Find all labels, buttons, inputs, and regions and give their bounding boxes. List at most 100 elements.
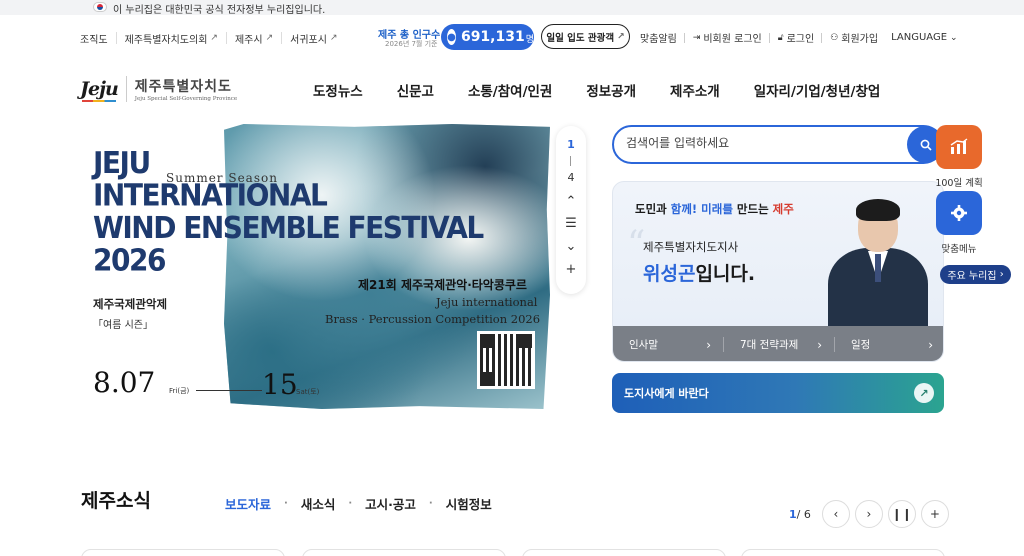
tab-separator: · — [428, 498, 433, 509]
petition-button[interactable]: 도지사에게 바란다 ↗ — [612, 373, 944, 413]
chevron-down-icon: ⌄ — [950, 32, 958, 43]
guest-login-link[interactable]: ⇥ 비회원 로그인 — [693, 30, 762, 46]
main-visual-banner[interactable]: JEJU INTERNATIONAL WIND ENSEMBLE FESTIVA… — [80, 124, 560, 419]
nav-item-communication[interactable]: 소통/참여/인권 — [468, 80, 552, 100]
people-icon: ● — [447, 29, 456, 45]
external-link-icon: ↗ — [265, 33, 274, 43]
governor-slogan: 도민과 함께! 미래를 만드는 제주 — [635, 202, 794, 216]
council-link[interactable]: 제주특별자치도의회 ↗ — [125, 32, 227, 46]
festival-season-ko: 「여름 시즌」 — [93, 320, 153, 331]
news-card[interactable] — [302, 549, 506, 556]
gear-icon — [936, 191, 982, 235]
news-tabs: 보도자료 · 새소식 · 고시·공고 · 시험정보 — [225, 494, 505, 513]
major-sites-button[interactable]: 주요 누리집 › — [940, 265, 1011, 284]
tab-press-release[interactable]: 보도자료 — [225, 494, 271, 513]
festival-start-day: Fri(금) — [169, 387, 190, 395]
festival-season-en: Summer Season — [166, 171, 278, 185]
tab-separator: · — [348, 498, 353, 509]
population-unit: 명 — [525, 35, 534, 45]
next-arrow-icon[interactable]: ⌄ — [556, 239, 586, 254]
chevron-left-icon: ‹ — [833, 507, 839, 521]
news-section-title: 제주소식 — [81, 490, 151, 512]
population-value: 691,131 — [460, 29, 525, 45]
main-navigation: 도정뉴스 신문고 소통/참여/인권 정보공개 제주소개 일자리/기업/청년/창업 — [313, 80, 914, 100]
news-card[interactable] — [81, 549, 285, 556]
chevron-right-icon: › — [866, 507, 872, 521]
strategy-link[interactable]: 7대 전략과제 › — [723, 337, 834, 352]
external-link-icon: ↗ — [210, 33, 218, 43]
divider — [683, 32, 685, 43]
tab-exams[interactable]: 시험정보 — [446, 494, 492, 513]
news-card[interactable] — [522, 549, 726, 556]
pager-current: 1 — [567, 138, 575, 151]
divider — [821, 32, 823, 43]
competition-title-ko: 제21회 제주국제관악·타악콩쿠르 — [358, 278, 527, 292]
quick-menu-100day[interactable]: 100일 계획 — [935, 125, 984, 189]
governor-portrait — [828, 196, 928, 338]
plus-icon: + — [929, 507, 940, 521]
logo-name-en: Jeju Special Self-Governing Province — [134, 96, 238, 102]
custom-alarm-link[interactable]: 맞춤알림 — [640, 30, 677, 45]
join-link[interactable]: ⚇ 회원가입 — [830, 30, 878, 46]
date-connector — [196, 390, 262, 391]
governor-links: 인사말 › 7대 전략과제 › 일정 › — [613, 326, 943, 361]
news-controls: 1/ 6 ‹ › ❙❙ + — [789, 500, 949, 528]
search-box — [612, 125, 944, 164]
logo-name-ko: 제주특별자치도 — [134, 79, 232, 95]
external-link-icon: ↗ — [617, 31, 625, 42]
governor-role: 제주특별자치도지사 — [643, 240, 739, 254]
tab-news[interactable]: 새소식 — [301, 494, 336, 513]
population-counter[interactable]: ● 691,131 명 — [441, 24, 534, 50]
festival-title: JEJU INTERNATIONAL WIND ENSEMBLE FESTIVA… — [93, 145, 484, 278]
competition-title-en-1: Jeju international — [436, 295, 538, 309]
seogwipo-link[interactable]: 서귀포시 ↗ — [290, 32, 345, 46]
gov-banner: 이 누리집은 대한민국 공식 전자정부 누리집입니다. — [0, 0, 1024, 16]
jeju-logo-mark: Jeju — [80, 78, 119, 102]
nav-item-petition[interactable]: 신문고 — [397, 80, 434, 100]
add-user-icon: ⚇ — [830, 32, 839, 43]
more-button[interactable]: + — [920, 500, 949, 528]
plus-icon[interactable]: + — [556, 262, 586, 277]
governor-card[interactable]: 도민과 함께! 미래를 만드는 제주 “ 제주특별자치도지사 위성곤입니다. 인… — [612, 181, 944, 362]
external-link-icon: ↗ — [329, 33, 338, 43]
search-input[interactable] — [626, 136, 906, 150]
next-button[interactable]: › — [854, 500, 883, 528]
festival-end-date: 15 — [262, 368, 298, 401]
pause-button[interactable]: ❙❙ — [887, 500, 916, 528]
lock-icon: 🔓︎ — [777, 32, 784, 43]
tab-notices[interactable]: 고시·공고 — [365, 494, 416, 513]
search-icon — [920, 139, 932, 151]
chevron-right-icon: › — [706, 337, 711, 352]
org-chart-link[interactable]: 조직도 — [80, 32, 117, 46]
quick-menu-custom[interactable]: 맞춤메뉴 — [936, 191, 984, 255]
logo-names: 제주특별자치도 Jeju Special Self-Governing Prov… — [125, 76, 238, 102]
nav-item-about[interactable]: 제주소개 — [670, 80, 720, 100]
greeting-link[interactable]: 인사말 › — [613, 337, 723, 352]
news-page-indicator: 1/ 6 — [789, 507, 811, 521]
governor-name: 위성곤입니다. — [643, 263, 756, 285]
login-link[interactable]: 🔓︎ 로그인 — [777, 30, 814, 46]
korea-flag-icon — [93, 2, 107, 12]
population-date: 2026년 7월 기준 — [385, 40, 438, 48]
news-card[interactable] — [741, 549, 945, 556]
pager-total: 4 — [567, 171, 575, 184]
nav-item-jobs[interactable]: 일자리/기업/청년/창업 — [754, 80, 881, 100]
daily-tourists-button[interactable]: 일일 입도 관광객 ↗ — [541, 24, 630, 49]
banner-pager: 1 4 ⌃ ☰ ⌄ + — [556, 126, 586, 294]
chevron-right-icon: › — [928, 337, 933, 352]
gov-banner-text[interactable]: 이 누리집은 대한민국 공식 전자정부 누리집입니다. — [113, 1, 325, 16]
jeju-city-link[interactable]: 제주시 ↗ — [235, 32, 283, 46]
site-logo[interactable]: Jeju 제주특별자치도 Jeju Special Self-Governing… — [80, 76, 237, 102]
prev-button[interactable]: ‹ — [821, 500, 850, 528]
nav-item-disclosure[interactable]: 정보공개 — [586, 80, 636, 100]
qr-code — [477, 331, 535, 389]
divider — [768, 32, 770, 43]
pager-divider — [570, 156, 571, 166]
language-select[interactable]: LANGUAGE ⌄ — [891, 32, 960, 43]
arrow-up-right-icon: ↗ — [914, 383, 934, 403]
schedule-link[interactable]: 일정 › — [834, 337, 943, 352]
menu-icon[interactable]: ☰ — [556, 216, 586, 231]
competition-title-en-2: Brass · Percussion Competition 2026 — [325, 312, 541, 326]
nav-item-news[interactable]: 도정뉴스 — [313, 80, 363, 100]
prev-arrow-icon[interactable]: ⌃ — [556, 194, 586, 209]
